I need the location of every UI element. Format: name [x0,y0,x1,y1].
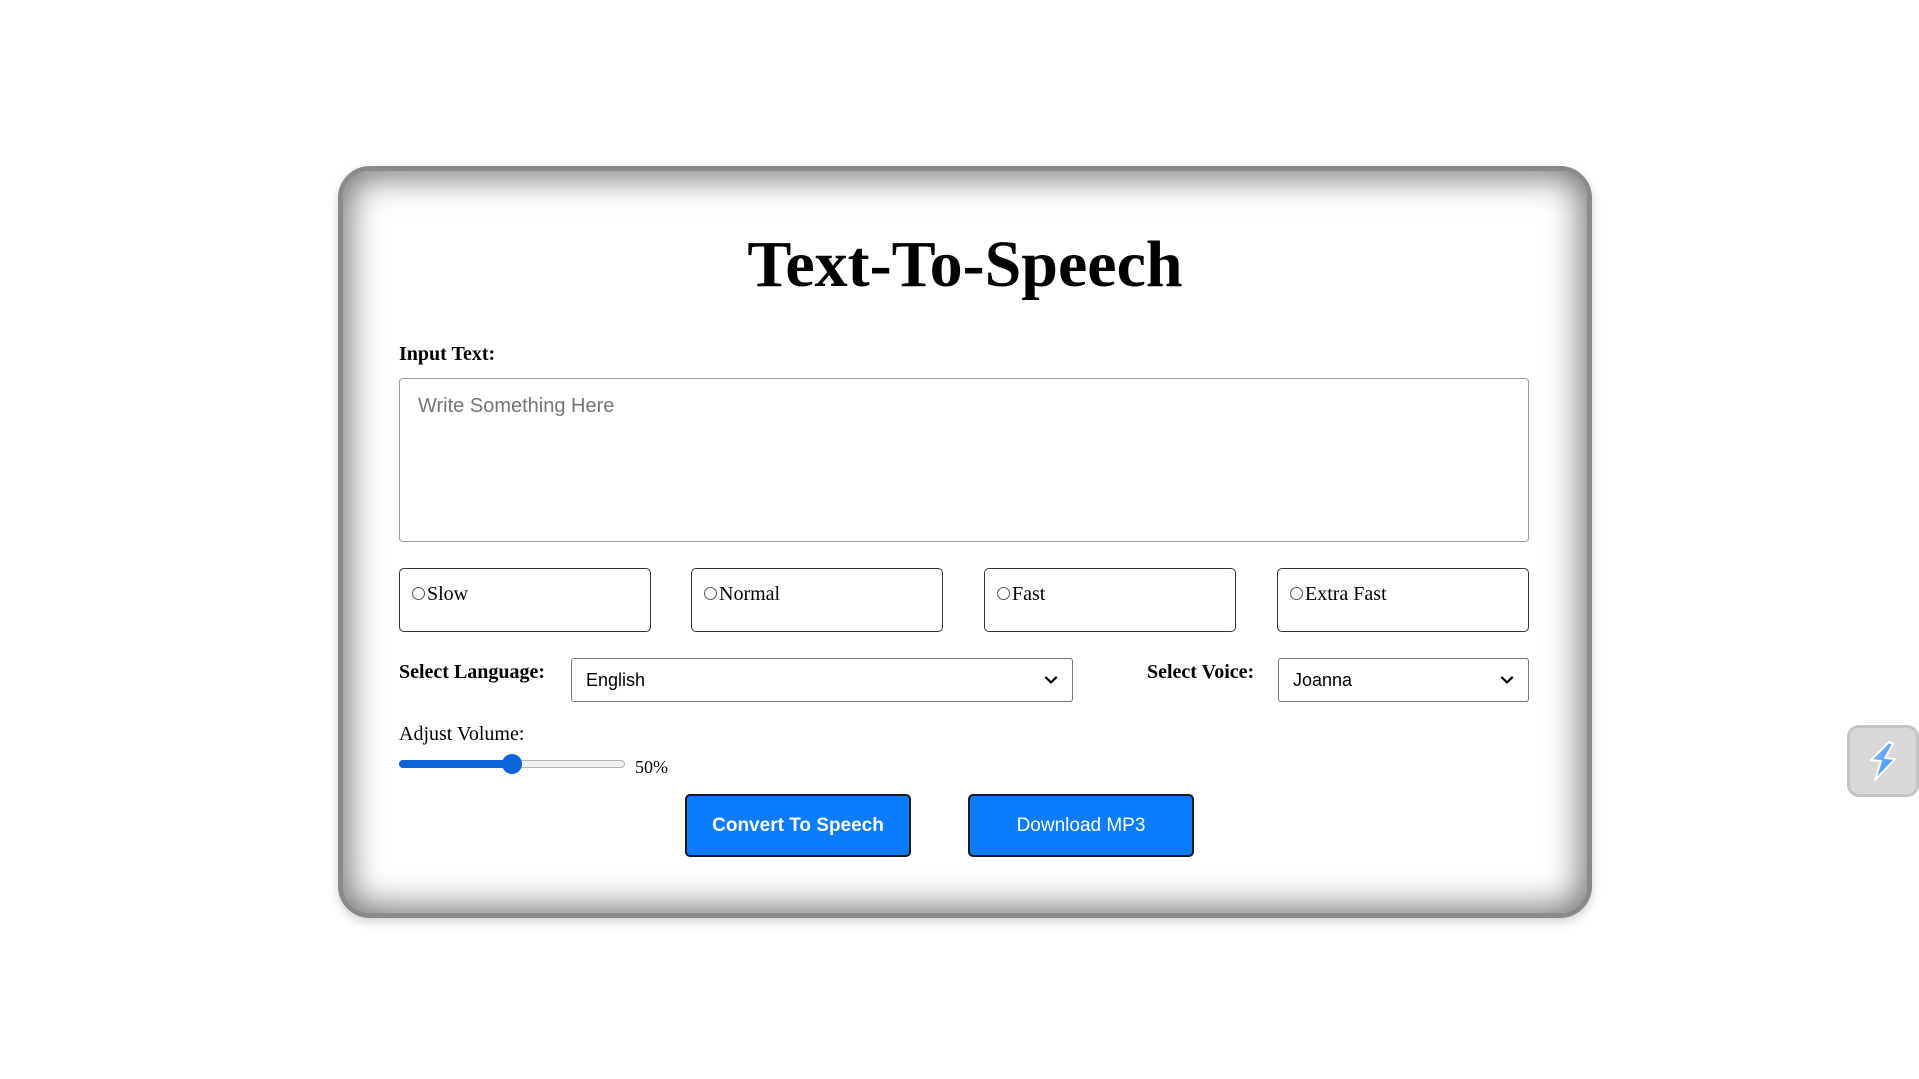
radio-icon[interactable] [1290,587,1303,600]
voice-selected-value: Joanna [1293,669,1353,690]
lightning-bolt-icon [1870,741,1896,781]
volume-value: 50% [635,757,668,777]
voice-label: Select Voice: [1147,661,1255,683]
download-mp3-button[interactable]: Download MP3 [968,794,1194,857]
speed-option-normal[interactable]: Normal [691,568,943,632]
speed-option-label: Slow [427,583,469,605]
voice-select[interactable]: Joanna [1278,658,1529,702]
language-label: Select Language: [399,661,546,683]
volume-label: Adjust Volume: [399,723,525,745]
chevron-down-icon [1500,676,1514,684]
page-title: Text-To-Speech [747,228,1183,301]
language-selected-value: English [586,669,646,690]
convert-to-speech-button[interactable]: Convert To Speech [685,794,911,857]
slider-thumb[interactable] [502,754,522,774]
input-text-label: Input Text: [399,343,496,365]
tts-card: Text-To-Speech Input Text: Slow Normal F… [338,166,1592,918]
speed-option-slow[interactable]: Slow [399,568,651,632]
radio-icon[interactable] [412,587,425,600]
volume-slider[interactable] [399,754,625,774]
floating-widget-button[interactable] [1847,725,1919,797]
slider-fill [399,760,512,768]
chevron-down-icon [1044,676,1058,684]
speed-option-fast[interactable]: Fast [984,568,1236,632]
input-text-area[interactable] [399,378,1529,542]
speed-option-extra-fast[interactable]: Extra Fast [1277,568,1529,632]
speed-option-label: Fast [1012,583,1046,605]
radio-icon[interactable] [997,587,1010,600]
radio-icon[interactable] [704,587,717,600]
speed-option-label: Normal [719,583,781,605]
speed-option-label: Extra Fast [1305,583,1387,605]
language-select[interactable]: English [571,658,1073,702]
